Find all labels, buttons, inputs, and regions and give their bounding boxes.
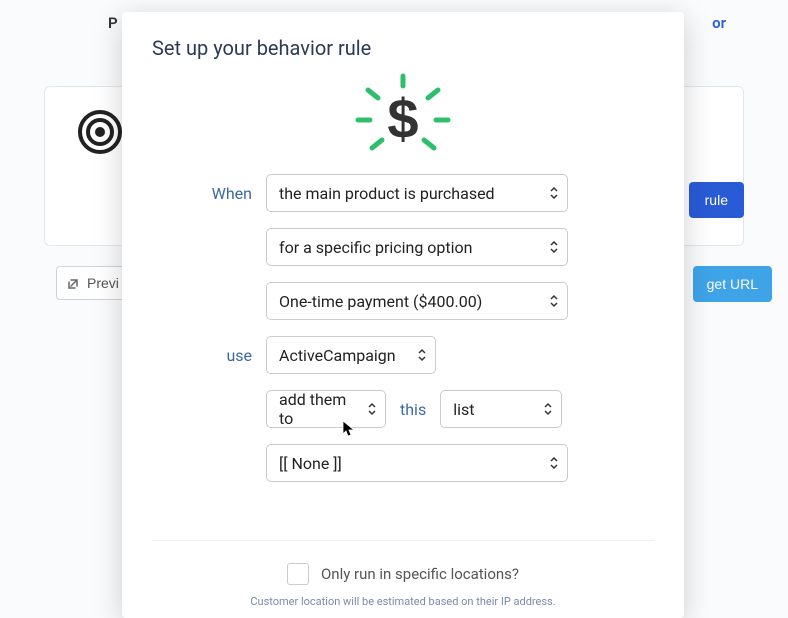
select-condition[interactable]: for a specific pricing option: [266, 228, 568, 266]
dollar-sparkle-icon: $: [348, 72, 458, 162]
select-trigger[interactable]: the main product is purchased: [266, 174, 568, 212]
select-action-value: add them to: [279, 390, 357, 428]
row-pricing: One-time payment ($400.00): [200, 282, 654, 320]
locations-footer-note: Customer location will be estimated base…: [250, 595, 555, 608]
select-arrows-icon: [543, 401, 553, 417]
select-target-type-value: list: [453, 400, 474, 419]
connector-this: this: [400, 400, 426, 419]
select-arrows-icon: [367, 401, 377, 417]
get-url-button[interactable]: get URL: [693, 266, 772, 302]
select-arrows-icon: [549, 239, 559, 255]
select-arrows-icon: [549, 185, 559, 201]
select-trigger-value: the main product is purchased: [279, 184, 495, 203]
select-target-type[interactable]: list: [440, 390, 562, 428]
row-condition: for a specific pricing option: [200, 228, 654, 266]
select-condition-value: for a specific pricing option: [279, 238, 473, 257]
select-integration-value: ActiveCampaign: [279, 346, 396, 365]
select-action[interactable]: add them to: [266, 390, 386, 428]
select-target-value-text: [[ None ]]: [279, 454, 342, 473]
select-pricing-option[interactable]: One-time payment ($400.00): [266, 282, 568, 320]
add-rule-button-label: rule: [705, 192, 728, 208]
select-target-value[interactable]: [[ None ]]: [266, 444, 568, 482]
row-integration: use ActiveCampaign: [200, 336, 654, 374]
add-rule-button[interactable]: rule: [689, 182, 744, 218]
row-trigger: When the main product is purchased: [200, 174, 654, 212]
select-arrows-icon: [549, 293, 559, 309]
label-use: use: [200, 346, 252, 365]
location-toggle-row: Only run in specific locations?: [287, 563, 519, 585]
select-integration[interactable]: ActiveCampaign: [266, 336, 436, 374]
external-link-icon: [67, 276, 81, 290]
select-arrows-icon: [417, 347, 427, 363]
preview-button-label: Previ: [87, 275, 119, 291]
label-when: When: [200, 184, 252, 203]
select-pricing-value: One-time payment ($400.00): [279, 292, 482, 311]
locations-checkbox[interactable]: [287, 563, 309, 585]
row-target-value: [[ None ]]: [200, 444, 654, 482]
row-action: add them to this list: [200, 390, 654, 428]
topbar-right-text: or: [712, 14, 726, 38]
select-arrows-icon: [549, 455, 559, 471]
topbar-left-text: P: [108, 14, 118, 38]
behavior-rule-modal: Set up your behavior rule $ When the mai…: [122, 12, 684, 618]
get-url-button-label: get URL: [707, 276, 758, 292]
target-icon: [78, 110, 122, 154]
modal-footer: Only run in specific locations? Customer…: [152, 540, 654, 608]
svg-text:$: $: [387, 87, 418, 150]
modal-title: Set up your behavior rule: [152, 36, 654, 60]
rule-form: When the main product is purchased for a…: [152, 174, 654, 482]
locations-checkbox-label: Only run in specific locations?: [321, 565, 519, 583]
